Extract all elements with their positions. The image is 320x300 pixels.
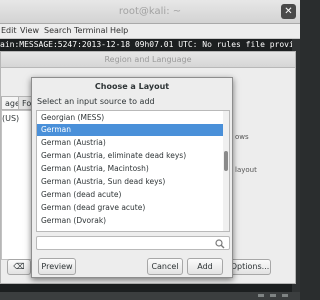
menu-search[interactable]: Search bbox=[44, 26, 71, 35]
list-item[interactable]: German (dead acute) bbox=[37, 189, 223, 201]
menu-terminal[interactable]: Terminal bbox=[74, 26, 108, 35]
region-titlebar[interactable]: Region and Language bbox=[1, 52, 295, 68]
cancel-button[interactable]: Cancel bbox=[147, 258, 183, 275]
list-item[interactable]: German (Austria) bbox=[37, 137, 223, 149]
menu-help[interactable]: Help bbox=[110, 26, 128, 35]
terminal-titlebar[interactable]: root@kali: ~ ✕ bbox=[0, 0, 300, 24]
dialog-title: Choose a Layout bbox=[94, 82, 170, 91]
terminal-dash bbox=[270, 294, 276, 297]
layout-list[interactable]: Georgian (MESS) German German (Austria) … bbox=[36, 110, 230, 232]
list-item[interactable]: German (Dvorak) bbox=[37, 215, 223, 227]
list-item[interactable]: German (Austria, eliminate dead keys) bbox=[37, 150, 223, 162]
region-side-text: layout bbox=[235, 166, 257, 174]
region-title: Region and Language bbox=[104, 55, 192, 64]
terminal-output-line: ain:MESSAGE:5247:2013-12-18 09h07.01 UTC… bbox=[0, 40, 300, 49]
list-item[interactable]: German (dead grave acute) bbox=[37, 202, 223, 214]
list-item[interactable]: German (Austria, Macintosh) bbox=[37, 163, 223, 175]
options-button[interactable]: Options... bbox=[229, 259, 271, 275]
list-item[interactable]: Georgian (MESS) bbox=[37, 112, 223, 124]
preview-button[interactable]: Preview bbox=[38, 258, 76, 275]
list-item[interactable]: German (Austria, Sun dead keys) bbox=[37, 176, 223, 188]
terminal-menubar: Edit View Search Terminal Help bbox=[0, 24, 300, 39]
magnifier-icon bbox=[215, 239, 225, 249]
terminal-title: root@kali: ~ bbox=[118, 6, 182, 17]
list-item[interactable]: (US) bbox=[2, 114, 19, 123]
choose-layout-dialog: Choose a Layout Select an input source t… bbox=[31, 77, 233, 278]
input-source-list[interactable]: (US) bbox=[1, 110, 35, 260]
region-side-text: ows bbox=[235, 133, 249, 141]
terminal-dash bbox=[258, 294, 264, 297]
list-item-selected[interactable]: German bbox=[37, 124, 223, 136]
add-button[interactable]: Add bbox=[187, 258, 223, 275]
terminal-bottom-bar bbox=[0, 292, 300, 300]
menu-view[interactable]: View bbox=[20, 26, 39, 35]
menu-edit[interactable]: Edit bbox=[1, 26, 17, 35]
scrollbar-thumb[interactable] bbox=[224, 151, 228, 171]
close-icon[interactable]: ✕ bbox=[281, 4, 296, 19]
remove-source-button[interactable]: ⌫ bbox=[7, 259, 31, 275]
list-scrollbar[interactable] bbox=[223, 111, 229, 231]
layout-search-input[interactable] bbox=[36, 236, 230, 250]
terminal-dash bbox=[282, 294, 288, 297]
dialog-subtitle: Select an input source to add bbox=[37, 97, 155, 106]
